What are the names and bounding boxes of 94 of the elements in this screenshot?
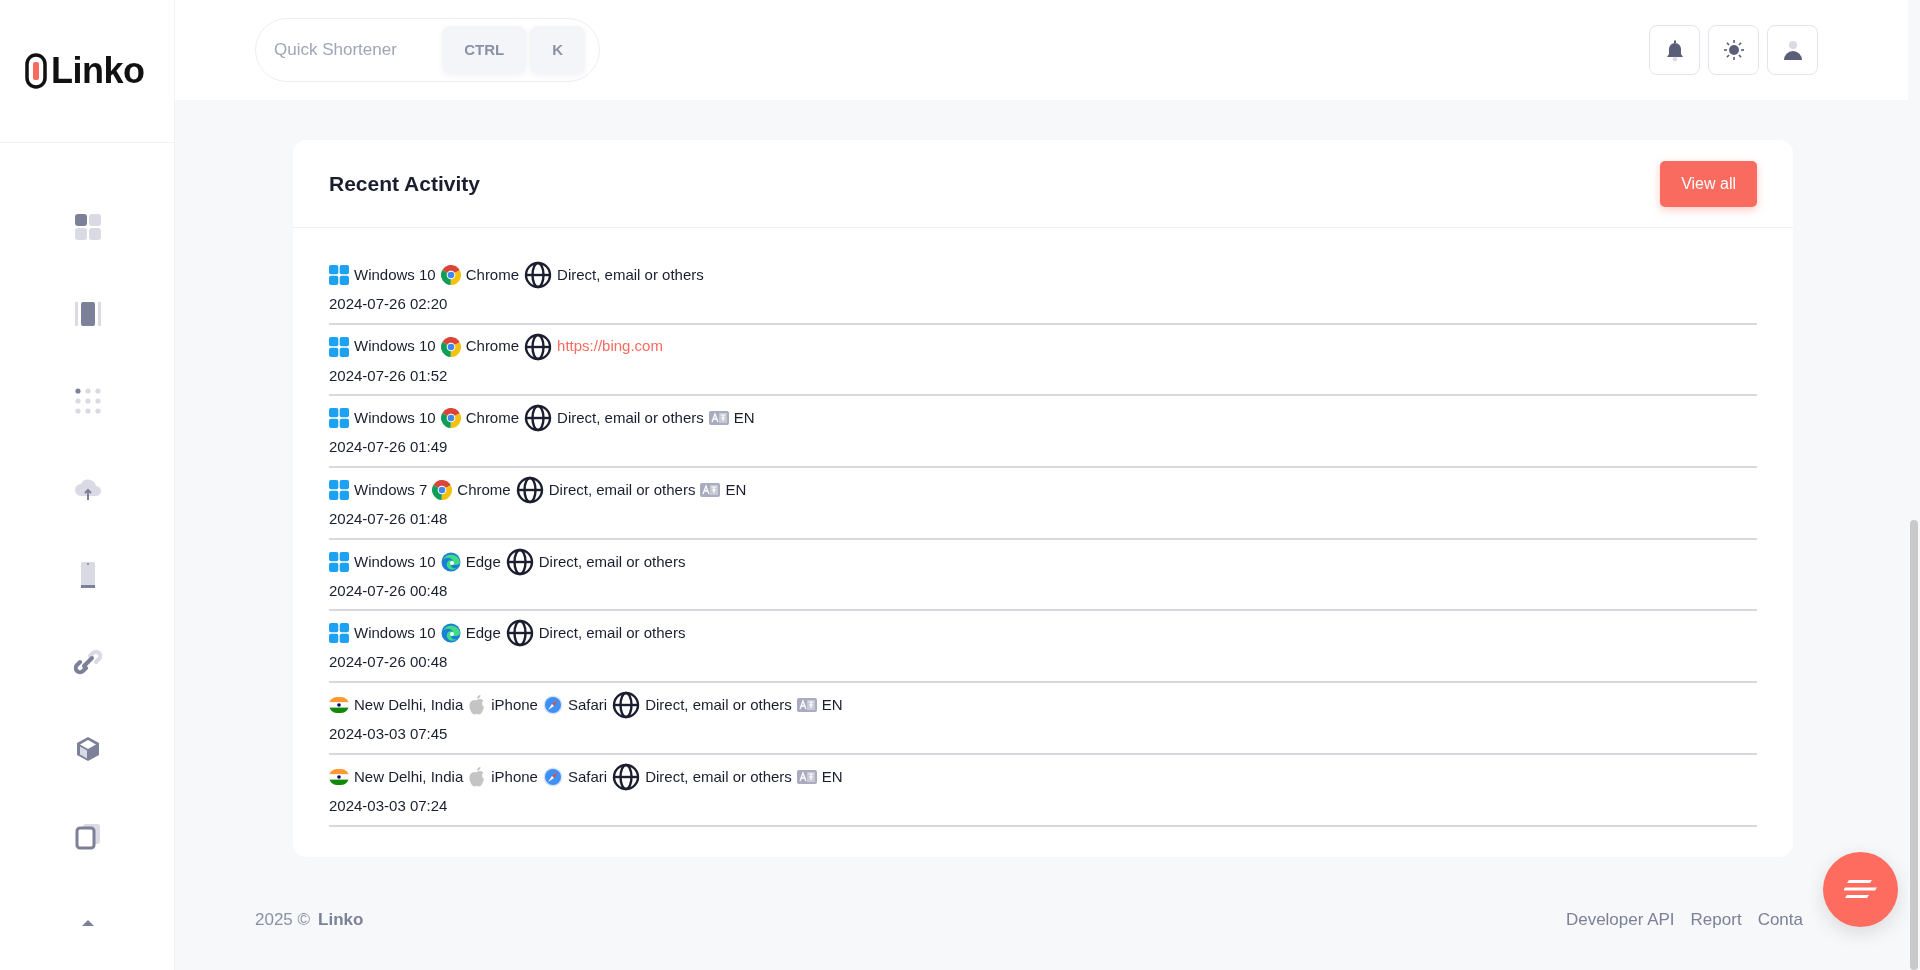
globe-icon — [524, 404, 553, 433]
globe-icon — [612, 762, 641, 791]
os-text: Windows 7 — [354, 479, 428, 500]
timestamp: 2024-03-03 07:45 — [329, 724, 449, 745]
flag-icon — [329, 697, 349, 714]
referrer-text: Direct, email or others — [645, 694, 792, 715]
logo-text: Linko — [51, 49, 145, 93]
dots-grid-icon — [73, 386, 102, 415]
language-code: EN — [733, 408, 755, 429]
apple-icon — [468, 694, 487, 717]
referrer-text: Direct, email or others — [538, 623, 686, 644]
browser-text: Chrome — [457, 479, 511, 500]
timestamp: 2024-07-26 01:52 — [329, 365, 449, 386]
referrer-link[interactable]: https://bing.com — [557, 335, 663, 358]
footer-brand: Linko — [318, 908, 364, 931]
browser-text: Chrome — [465, 408, 520, 429]
chrome-icon — [440, 336, 461, 357]
key-hint: CTRL — [442, 25, 527, 75]
globe-icon — [524, 332, 553, 361]
apple-icon — [468, 765, 487, 788]
sun-icon — [1723, 39, 1744, 61]
compass-icon — [542, 695, 563, 716]
logo-icon — [25, 53, 47, 89]
card-title: Recent Activity — [329, 170, 480, 197]
timestamp: 2024-07-26 00:48 — [329, 580, 449, 601]
language-code: EN — [821, 766, 843, 787]
footer-link[interactable]: Developer API — [1565, 906, 1675, 932]
referrer-text: Direct, email or others — [557, 408, 704, 429]
os-text: Windows 10 — [354, 264, 436, 285]
translate-icon — [700, 483, 721, 498]
timestamp: 2024-07-26 01:49 — [329, 437, 449, 458]
view-all-button[interactable]: View all — [1660, 160, 1757, 207]
browser-text: Edge — [465, 623, 501, 644]
os-text: Windows 10 — [354, 551, 436, 572]
chrome-icon — [440, 408, 461, 429]
browser-text: Safari — [567, 694, 608, 715]
chrome-icon — [440, 265, 461, 285]
search-field[interactable]: Quick Shortener — [272, 36, 422, 64]
referrer-text: Direct, email or others — [645, 766, 792, 787]
dashboard-icon — [73, 212, 102, 241]
translate-icon — [796, 698, 817, 713]
flag-icon — [329, 768, 349, 785]
user-icon — [1782, 39, 1803, 61]
browser-text: Chrome — [465, 264, 520, 285]
language-code: EN — [725, 479, 747, 500]
copyright-text: 2025 © — [255, 908, 311, 931]
globe-icon — [524, 261, 553, 289]
edge-icon — [440, 551, 461, 572]
footer-link[interactable]: Report — [1690, 906, 1742, 932]
browser-text: Edge — [465, 551, 501, 572]
timestamp: 2024-03-03 07:24 — [329, 795, 449, 816]
windows-icon — [329, 408, 349, 429]
windows-icon — [329, 551, 349, 572]
scrollbar[interactable] — [1910, 520, 1918, 970]
referrer-text: Direct, email or others — [548, 479, 696, 500]
globe-icon — [612, 691, 641, 720]
windows-icon — [329, 336, 349, 357]
timestamp: 2024-07-26 01:48 — [329, 509, 449, 530]
columns-icon — [73, 299, 102, 328]
copy-icon — [73, 821, 102, 850]
timestamp: 2024-07-26 00:48 — [329, 652, 449, 673]
referrer-text: Direct, email or others — [557, 264, 704, 285]
globe-icon — [505, 619, 534, 648]
location-text: New Delhi, India — [354, 766, 464, 787]
windows-icon — [329, 623, 349, 644]
footer-link[interactable]: Conta — [1757, 906, 1803, 932]
translate-icon — [708, 411, 729, 426]
menu-icon — [1843, 878, 1878, 901]
location-text: New Delhi, India — [354, 694, 464, 715]
referrer-text: Direct, email or others — [538, 551, 686, 572]
profile-button[interactable] — [1767, 25, 1818, 75]
globe-icon — [505, 547, 534, 576]
language-code: EN — [821, 694, 843, 715]
os-text: Windows 10 — [354, 623, 436, 644]
os-text: Windows 10 — [354, 336, 436, 357]
timestamp: 2024-07-26 02:20 — [329, 294, 449, 314]
browser-text: Safari — [567, 766, 608, 787]
link-icon — [73, 647, 102, 676]
browser-text: Chrome — [465, 336, 520, 357]
edge-icon — [440, 623, 461, 644]
windows-icon — [329, 480, 349, 501]
windows-icon — [329, 265, 349, 285]
key-hint: K — [530, 25, 585, 75]
notification-button[interactable] — [1649, 25, 1700, 75]
compass-icon — [542, 766, 563, 787]
chrome-icon — [432, 480, 453, 501]
caret-up-icon — [81, 919, 94, 926]
device-text: iPhone — [491, 694, 538, 715]
globe-icon — [515, 476, 544, 505]
theme-button[interactable] — [1708, 25, 1759, 75]
translate-icon — [796, 769, 817, 784]
os-text: Windows 10 — [354, 408, 436, 429]
device-text: iPhone — [491, 766, 538, 787]
bell-icon — [1664, 39, 1685, 61]
